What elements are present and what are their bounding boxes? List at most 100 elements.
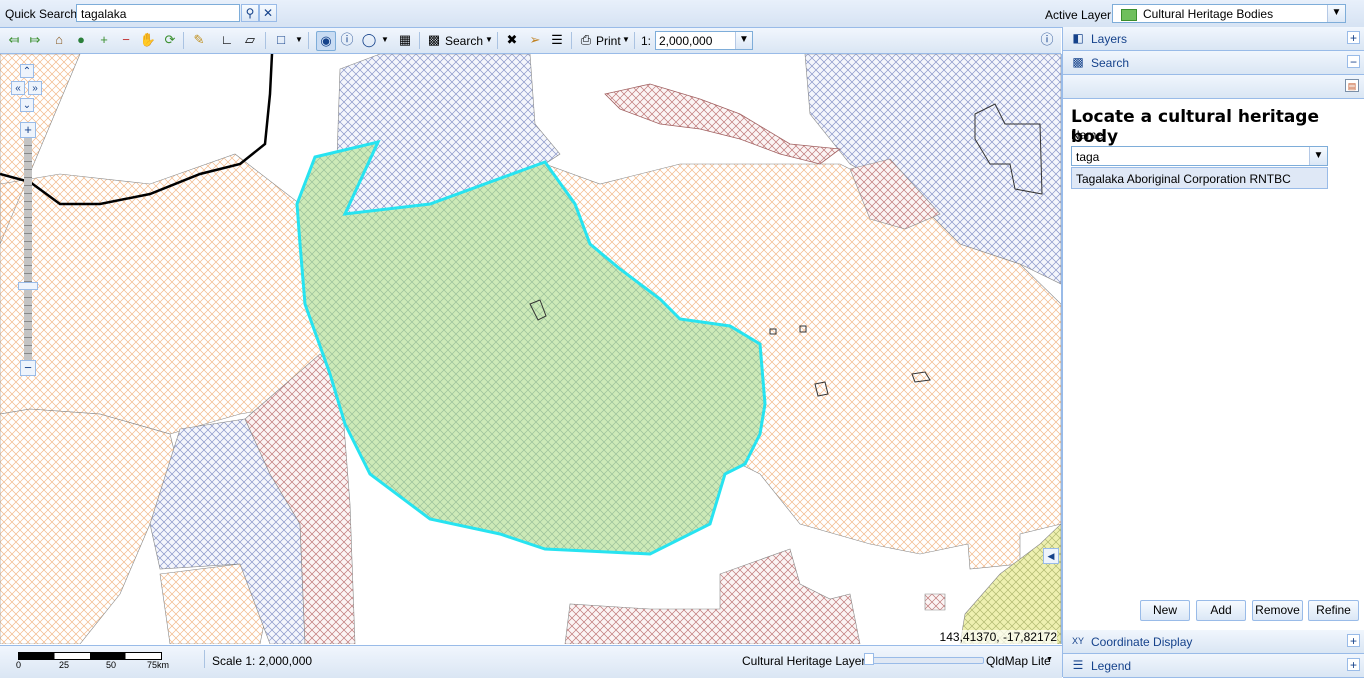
- xy-icon: XY: [1071, 636, 1084, 646]
- zoom-in-icon[interactable]: +: [20, 122, 36, 138]
- coordinate-display-label: Coordinate Display: [1091, 635, 1193, 649]
- search-subtoolbar: ▤: [1063, 75, 1364, 99]
- zoom-slider-thumb[interactable]: [18, 282, 38, 290]
- quick-search-input[interactable]: tagalaka: [76, 4, 240, 22]
- active-layer-select[interactable]: Cultural Heritage Bodies ▼: [1112, 4, 1346, 23]
- name-label: Name:: [1071, 128, 1107, 142]
- pan-down-icon[interactable]: ⌄: [20, 98, 34, 112]
- heritage-area[interactable]: [564, 548, 861, 644]
- globe-icon[interactable]: ●: [72, 31, 90, 49]
- suggestion-list-item[interactable]: Tagalaka Aboriginal Corporation RNTBC: [1071, 167, 1328, 189]
- panel-heading: Locate a cultural heritage body: [1071, 107, 1320, 147]
- clear-selection-icon[interactable]: ✖: [503, 31, 521, 49]
- scale-tick: 25: [59, 660, 70, 670]
- zoom-out-icon[interactable]: −: [20, 360, 36, 376]
- map-canvas[interactable]: ⌃ « » ⌄ + − ◀ 143,41370, -17,82172: [0, 54, 1062, 644]
- pan-right-icon[interactable]: »: [28, 81, 42, 95]
- add-button[interactable]: Add: [1196, 600, 1246, 621]
- search-panel-header[interactable]: ▩ Search −: [1063, 51, 1364, 75]
- toolbar-separator: [571, 32, 572, 49]
- scale-tick: 75km: [147, 660, 170, 670]
- select-rectangle-icon[interactable]: □: [272, 31, 290, 49]
- toolbar-separator: [634, 32, 635, 49]
- table-icon[interactable]: ▦: [396, 31, 414, 49]
- scale-prefix: 1:: [641, 34, 652, 48]
- chevron-down-icon[interactable]: ▼: [617, 31, 635, 49]
- toolbar-separator: [183, 32, 184, 49]
- heritage-area[interactable]: [604, 83, 842, 165]
- status-separator: [204, 650, 205, 668]
- top-bar: Quick Search: tagalaka ⚲ ✕ Active Layer:…: [0, 0, 1364, 28]
- close-icon[interactable]: ✕: [259, 4, 277, 22]
- chevron-down-icon[interactable]: ▼: [290, 31, 308, 49]
- legend-label: Legend: [1091, 659, 1132, 673]
- info-icon[interactable]: ⓘ: [338, 31, 356, 49]
- search-options-icon[interactable]: ▤: [1345, 79, 1359, 92]
- scale-tick: 0: [16, 660, 22, 670]
- search-menu-button[interactable]: Search: [445, 34, 483, 48]
- layer-slider-label: Cultural Heritage Layers: [742, 654, 872, 668]
- pan-hand-icon[interactable]: ✋: [139, 31, 157, 49]
- binoculars-icon[interactable]: ▩: [425, 31, 443, 49]
- basemap-opacity-slider[interactable]: [866, 657, 984, 664]
- pan-left-icon[interactable]: «: [11, 81, 25, 95]
- layers-label: Layers: [1091, 32, 1128, 46]
- expand-icon[interactable]: +: [1347, 634, 1360, 647]
- chevron-down-icon[interactable]: ▼: [1046, 656, 1053, 663]
- scale-tick: 50: [106, 660, 117, 670]
- toolbar-separator: [497, 32, 498, 49]
- help-icon[interactable]: ⓘ: [1038, 31, 1056, 49]
- collapse-panel-icon[interactable]: ◀: [1043, 548, 1059, 564]
- zoom-slider-track[interactable]: [24, 138, 32, 360]
- name-combo-input[interactable]: taga ▼: [1071, 146, 1328, 166]
- home-icon[interactable]: ⌂: [50, 31, 68, 49]
- slider-thumb[interactable]: [864, 653, 874, 665]
- forward-icon[interactable]: ⤇: [26, 31, 44, 49]
- new-button[interactable]: New: [1140, 600, 1190, 621]
- toolbar-separator: [265, 32, 266, 49]
- map-layers: [0, 54, 1061, 644]
- chevron-down-icon[interactable]: ▼: [1327, 5, 1345, 22]
- pencil-icon[interactable]: ✎: [190, 31, 208, 49]
- name-value: taga: [1076, 150, 1100, 164]
- active-layer-value: Cultural Heritage Bodies: [1143, 7, 1274, 21]
- magnifier-icon[interactable]: ⚲: [241, 4, 259, 22]
- legend-list-icon: ☰: [1072, 658, 1084, 672]
- chevron-down-icon[interactable]: ▼: [376, 31, 394, 49]
- expand-icon[interactable]: +: [1347, 31, 1360, 44]
- toolbar-separator: [308, 32, 309, 49]
- toolbar-separator: [419, 32, 420, 49]
- collapse-icon[interactable]: −: [1347, 55, 1360, 68]
- layers-stack-icon[interactable]: ☰: [548, 31, 566, 49]
- zoom-in-icon[interactable]: +: [95, 31, 113, 49]
- binoculars-icon: ▩: [1072, 55, 1084, 69]
- scale-select[interactable]: 2,000,000 ▼: [655, 31, 753, 50]
- chevron-down-icon[interactable]: ▼: [480, 31, 498, 49]
- zoom-out-icon[interactable]: −: [117, 31, 135, 49]
- status-bar: 0 25 50 75km Scale 1: 2,000,000 Cultural…: [0, 645, 1062, 678]
- heritage-area[interactable]: [924, 593, 946, 611]
- remove-button[interactable]: Remove: [1252, 600, 1303, 621]
- layers-icon: ◧: [1072, 31, 1084, 45]
- chevron-down-icon[interactable]: ▼: [735, 32, 752, 49]
- identify-icon[interactable]: ◉: [316, 31, 336, 51]
- scale-value: 2,000,000: [659, 34, 713, 48]
- layers-panel-header[interactable]: ◧ Layers +: [1063, 27, 1364, 51]
- refine-button[interactable]: Refine: [1308, 600, 1359, 621]
- select-cursor-icon[interactable]: ➢: [526, 31, 544, 49]
- measure-area-icon[interactable]: ▱: [241, 31, 259, 49]
- basemap-menu-button[interactable]: QldMap Lite: [986, 654, 1051, 668]
- search-label: Search: [1091, 56, 1130, 70]
- chevron-down-icon[interactable]: ▼: [1309, 147, 1327, 165]
- coordinate-display-header[interactable]: XY Coordinate Display +: [1063, 630, 1364, 654]
- suggestion-text: Tagalaka Aboriginal Corporation RNTBC: [1076, 172, 1291, 186]
- back-icon[interactable]: ⤆: [5, 31, 23, 49]
- printer-icon[interactable]: ⎙: [577, 31, 595, 49]
- measure-line-icon[interactable]: ∟: [218, 31, 236, 49]
- scale-text: Scale 1: 2,000,000: [212, 654, 313, 668]
- legend-header[interactable]: ☰ Legend +: [1063, 654, 1364, 678]
- refresh-icon[interactable]: ⟳: [161, 31, 179, 49]
- layer-swatch-icon: [1121, 9, 1137, 21]
- pan-up-icon[interactable]: ⌃: [20, 64, 34, 78]
- expand-icon[interactable]: +: [1347, 658, 1360, 671]
